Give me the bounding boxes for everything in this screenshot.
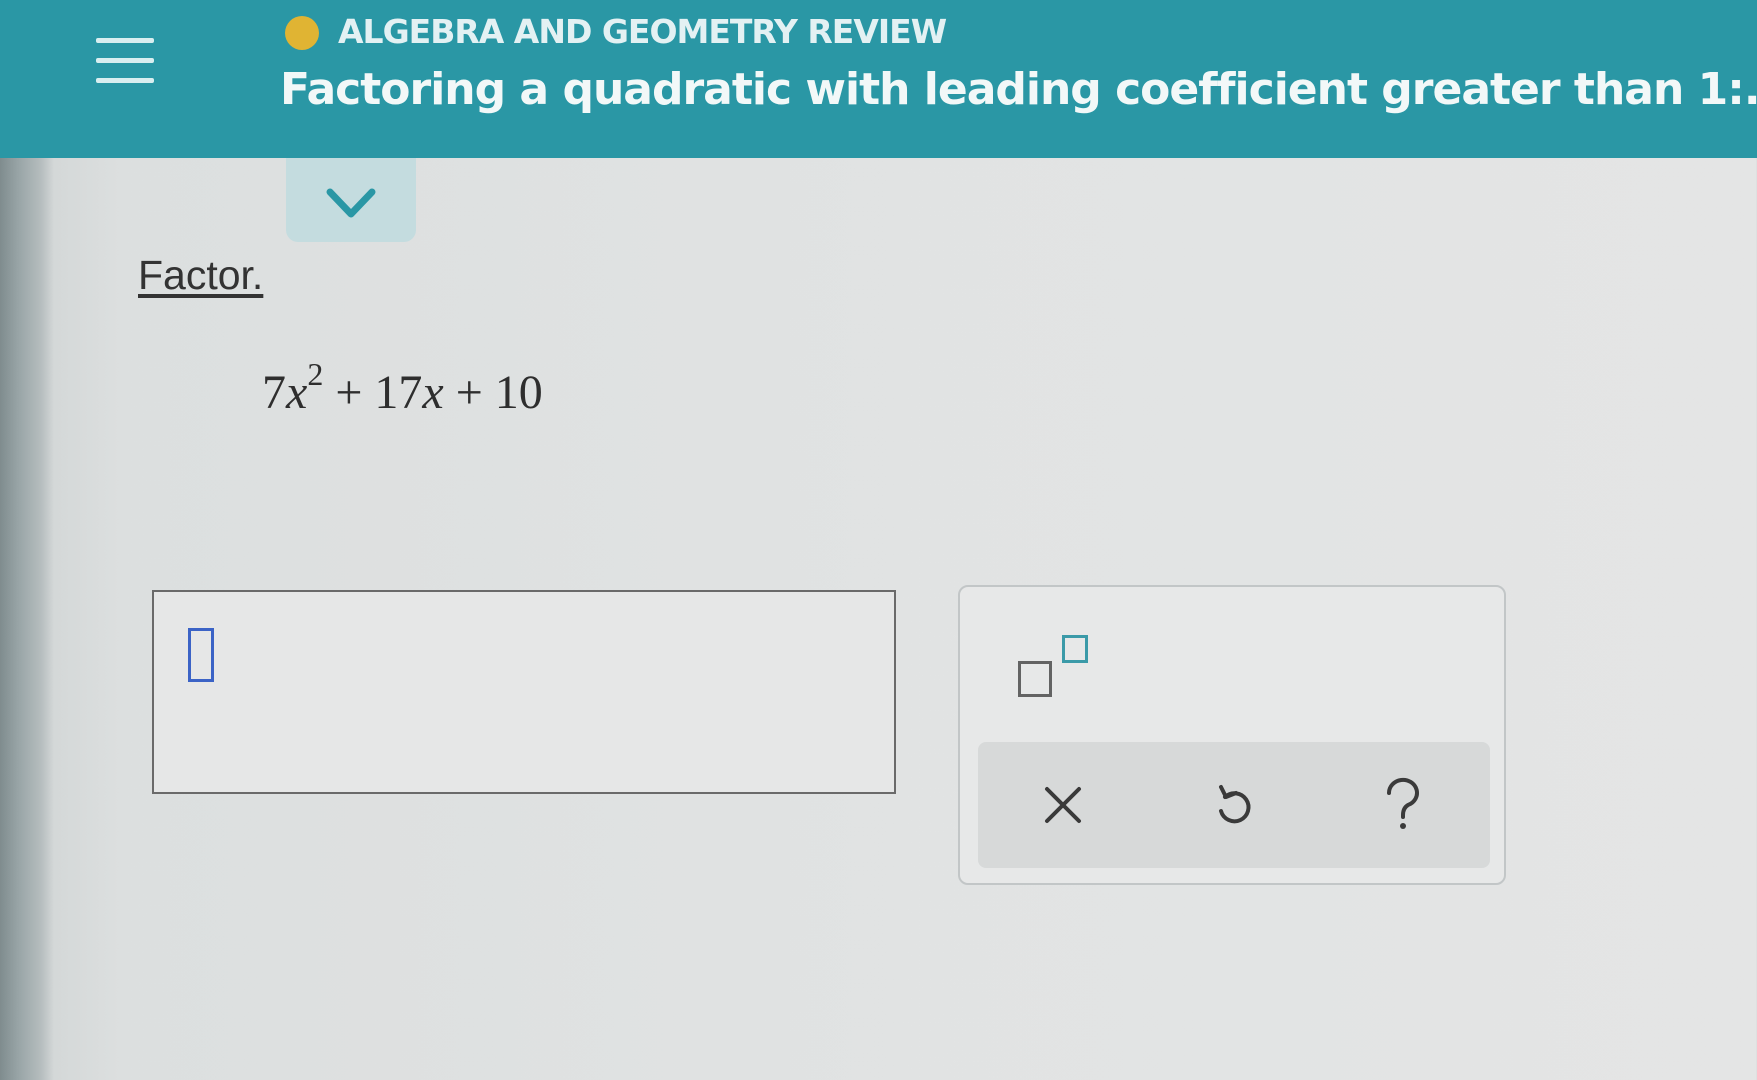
- middle-term: + 17: [323, 366, 423, 419]
- action-bar: [978, 742, 1490, 868]
- exponent-button[interactable]: [1018, 635, 1098, 705]
- status-dot-icon: [285, 16, 319, 50]
- input-cursor: [188, 628, 214, 682]
- undo-button[interactable]: [1158, 742, 1308, 868]
- exponent-template-icon: [1018, 661, 1052, 697]
- problem-expression: 7x2 + 17x + 10: [262, 358, 543, 420]
- variable: x: [422, 366, 444, 419]
- hamburger-menu-icon: [96, 38, 154, 43]
- exponent: 2: [307, 356, 324, 392]
- left-edge-shadow: [0, 150, 54, 1080]
- chevron-down-icon: [326, 188, 376, 218]
- math-toolbar: [958, 585, 1506, 885]
- answer-input[interactable]: [152, 590, 896, 794]
- coefficient: 7: [262, 366, 286, 419]
- expand-title-button[interactable]: [286, 158, 416, 242]
- menu-button[interactable]: [92, 32, 160, 90]
- question-mark-icon: [1386, 777, 1419, 829]
- clear-button[interactable]: [988, 742, 1138, 868]
- undo-arrow-icon: [1219, 785, 1251, 824]
- instruction-link[interactable]: Factor.: [138, 252, 263, 299]
- close-x-icon: [1045, 787, 1081, 823]
- topic-label: ALGEBRA AND GEOMETRY REVIEW: [338, 12, 947, 51]
- constant-term: + 10: [443, 366, 543, 419]
- variable: x: [286, 366, 308, 419]
- help-button[interactable]: [1328, 742, 1478, 868]
- header-bar: ALGEBRA AND GEOMETRY REVIEW Factoring a …: [0, 0, 1757, 158]
- page-title: Factoring a quadratic with leading coeff…: [280, 64, 1757, 115]
